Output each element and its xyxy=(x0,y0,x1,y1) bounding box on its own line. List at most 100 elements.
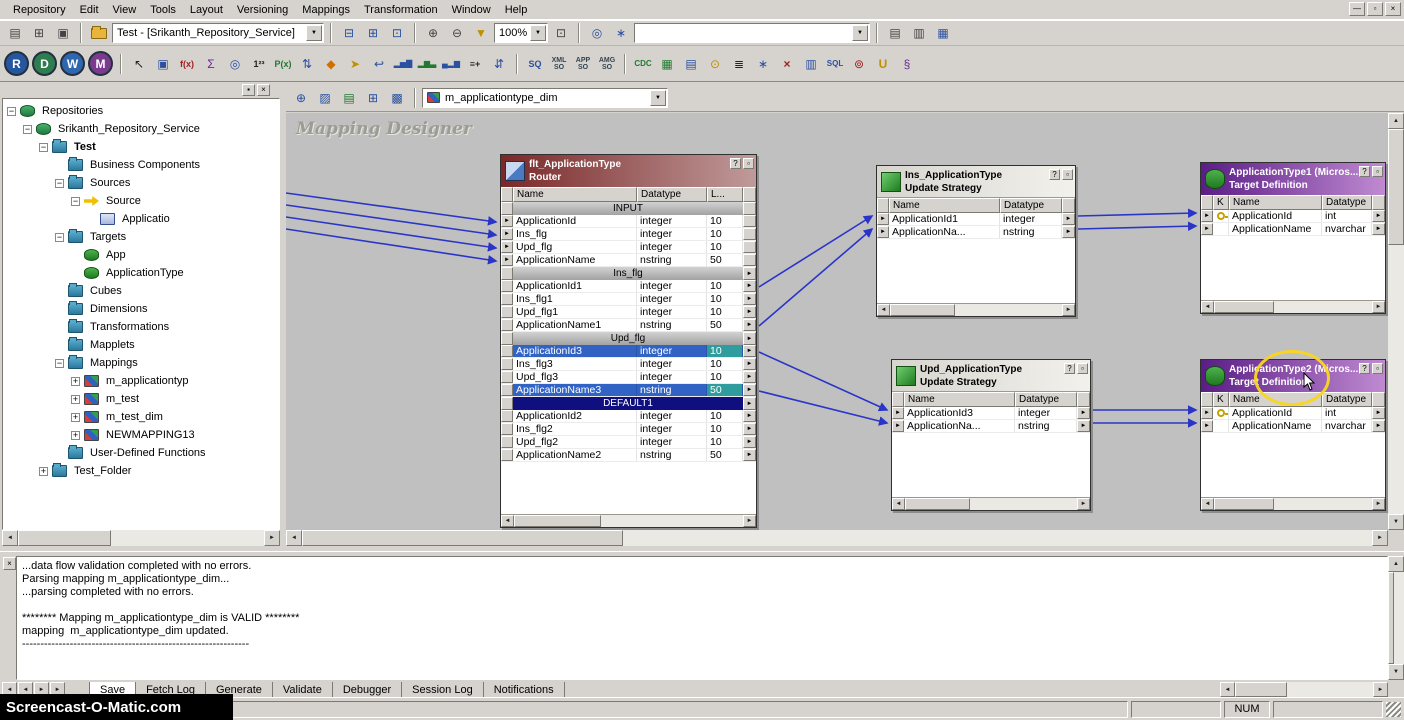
tab-validate[interactable]: Validate xyxy=(271,682,333,698)
target1-title-bar[interactable]: ApplicationType1 (Micros... Target Defin… xyxy=(1201,163,1385,195)
port-row[interactable]: Upd_flg2 integer 10 ► xyxy=(501,436,756,449)
tab-session-log[interactable]: Session Log xyxy=(401,682,484,698)
close-panel-button[interactable]: × xyxy=(257,84,270,96)
collapse-button[interactable]: ▫ xyxy=(1077,363,1088,374)
workflow-manager-icon[interactable]: W xyxy=(60,51,85,76)
scroll-left-icon[interactable]: ◄ xyxy=(1220,682,1235,697)
canvas-horizontal-scrollbar[interactable]: ◄ ► xyxy=(286,530,1388,546)
zoom-combobox[interactable]: 100% ▼ xyxy=(494,23,548,43)
id-card-icon[interactable]: ▥ xyxy=(800,52,822,75)
pin-panel-button[interactable]: ▪ xyxy=(242,84,255,96)
chevron-down-icon[interactable]: ▼ xyxy=(306,25,322,41)
expander-minus-icon[interactable]: − xyxy=(55,358,64,368)
expander-minus-icon[interactable]: − xyxy=(23,124,32,134)
workspace-window-icon-1[interactable]: ⊟ xyxy=(338,22,360,44)
workspace-window-icon-2[interactable]: ⊞ xyxy=(362,22,384,44)
router-transformation[interactable]: flt_ApplicationType Router ? ▫ Name Dataty… xyxy=(500,154,757,528)
help-button[interactable]: ? xyxy=(1049,169,1060,180)
app-source-icon[interactable]: APP SO xyxy=(572,52,594,75)
scroll-left-icon[interactable]: ◄ xyxy=(892,498,905,510)
tree-item-transformations[interactable]: Transformations xyxy=(3,318,279,336)
collapse-button[interactable]: ▫ xyxy=(1372,166,1383,177)
menu-mappings[interactable]: Mappings xyxy=(295,1,357,19)
output-vertical-scrollbar[interactable]: ▲ ▼ xyxy=(1388,556,1404,680)
iconize-icon[interactable]: ▤ xyxy=(338,86,360,109)
sort-ports-icon[interactable]: ⇵ xyxy=(488,52,510,75)
port-row[interactable]: ApplicationName2 nstring 50 ► xyxy=(501,449,756,462)
tree-item-sources[interactable]: − Sources xyxy=(3,174,279,192)
menu-window[interactable]: Window xyxy=(445,1,498,19)
union-icon[interactable]: U xyxy=(872,52,894,75)
expander-plus-icon[interactable]: + xyxy=(71,412,80,422)
port-row[interactable]: ► ApplicationId integer 10 xyxy=(501,215,756,228)
lookup-icon[interactable]: ◎ xyxy=(224,52,246,75)
amg-source-icon[interactable]: AMG SO xyxy=(596,52,618,75)
scrollbar-thumb[interactable] xyxy=(1214,301,1275,313)
collapse-button[interactable]: ▫ xyxy=(1062,169,1073,180)
port-row[interactable]: Upd_flg3 integer 10 ► xyxy=(501,371,756,384)
zoom-tool-icon[interactable]: ⊕ xyxy=(290,86,312,109)
xml-source-icon[interactable]: XML SO xyxy=(548,52,570,75)
scroll-left-icon[interactable]: ◄ xyxy=(1201,301,1214,313)
tree-item-repositories[interactable]: − Repositories xyxy=(3,102,279,120)
tree-horizontal-scrollbar[interactable]: ◄ ► xyxy=(2,530,280,546)
tree-item-m-applicationtype[interactable]: + m_applicationtyp xyxy=(3,372,279,390)
tree-item-newmapping13[interactable]: + NEWMAPPING13 xyxy=(3,426,279,444)
router-group-upd-flg[interactable]: Upd_flg ► xyxy=(501,332,756,345)
port-row[interactable]: ApplicationId1 integer 10 ► xyxy=(501,280,756,293)
close-button[interactable]: × xyxy=(1385,2,1401,16)
chevron-down-icon[interactable]: ▼ xyxy=(852,25,868,41)
port-row[interactable]: ► ApplicationName nvarchar ► xyxy=(1201,223,1385,236)
cascade-windows-icon[interactable]: ▤ xyxy=(884,22,906,44)
upd-update-strategy-transformation[interactable]: Upd_ApplicationType Update Strategy ? ▫ N… xyxy=(891,359,1091,511)
port-row-selected[interactable]: ApplicationName3 nstring 50 ► xyxy=(501,384,756,397)
expander-minus-icon[interactable]: − xyxy=(71,196,80,206)
workflow-monitor-icon[interactable]: M xyxy=(88,51,113,76)
box-horizontal-scrollbar[interactable]: ◄ ► xyxy=(892,497,1090,510)
collapse-button[interactable]: ▫ xyxy=(1372,363,1383,374)
router-title-bar[interactable]: flt_ApplicationType Router ? ▫ xyxy=(501,155,756,187)
scroll-down-icon[interactable]: ▼ xyxy=(1388,514,1404,530)
menu-edit[interactable]: Edit xyxy=(73,1,106,19)
tree-item-app[interactable]: App xyxy=(3,246,279,264)
normalizer-icon[interactable]: ↩ xyxy=(368,52,390,75)
tree-item-applicationtype[interactable]: ApplicationType xyxy=(3,264,279,282)
port-row[interactable]: ApplicationId2 integer 10 ► xyxy=(501,410,756,423)
stored-procedure-icon[interactable]: P(x) xyxy=(272,52,294,75)
tree-item-application-source[interactable]: Applicatio xyxy=(3,210,279,228)
menu-repository[interactable]: Repository xyxy=(6,1,73,19)
update-strategy-tool-icon[interactable]: ➤ xyxy=(344,52,366,75)
scrollbar-thumb[interactable] xyxy=(1235,682,1288,697)
scroll-right-icon[interactable]: ► xyxy=(1372,530,1388,546)
options-icon[interactable]: ∗ xyxy=(610,22,632,44)
tree-item-repository-service[interactable]: − Srikanth_Repository_Service xyxy=(3,120,279,138)
repository-manager-icon[interactable]: R xyxy=(4,51,29,76)
scroll-up-icon[interactable]: ▲ xyxy=(1388,113,1404,129)
tree-item-targets[interactable]: − Targets xyxy=(3,228,279,246)
port-row[interactable]: ► ApplicationName nstring 50 xyxy=(501,254,756,267)
tree-item-user-defined-functions[interactable]: User-Defined Functions xyxy=(3,444,279,462)
port-row[interactable]: Upd_flg1 integer 10 ► xyxy=(501,306,756,319)
tree-item-test[interactable]: − Test xyxy=(3,138,279,156)
target1-definition[interactable]: ApplicationType1 (Micros... Target Defin… xyxy=(1200,162,1386,314)
tree-item-dimensions[interactable]: Dimensions xyxy=(3,300,279,318)
add-port-icon[interactable]: ≡+ xyxy=(464,52,486,75)
rank-icon[interactable]: ⇅ xyxy=(296,52,318,75)
box-horizontal-scrollbar[interactable]: ◄ ► xyxy=(1201,497,1385,510)
scroll-left-icon[interactable]: ◄ xyxy=(1201,498,1214,510)
chart-icon-2[interactable]: ▂▆▃ xyxy=(416,52,438,75)
port-row-selected[interactable]: ApplicationId3 integer 10 ► xyxy=(501,345,756,358)
sequence-generator-icon[interactable]: 1²³ xyxy=(248,52,270,75)
canvas-vertical-scrollbar[interactable]: ▲ ▼ xyxy=(1388,113,1404,530)
scrollbar-thumb[interactable] xyxy=(890,304,956,316)
aggregator-icon[interactable]: Σ xyxy=(200,52,222,75)
resize-grip[interactable] xyxy=(1386,701,1401,717)
delete-icon[interactable]: × xyxy=(776,52,798,75)
misc-tool-icon[interactable]: § xyxy=(896,52,918,75)
help-button[interactable]: ? xyxy=(1064,363,1075,374)
expander-minus-icon[interactable]: − xyxy=(7,106,16,116)
scroll-right-icon[interactable]: ► xyxy=(1372,301,1385,313)
scroll-left-icon[interactable]: ◄ xyxy=(501,515,514,527)
help-button[interactable]: ? xyxy=(1359,166,1370,177)
grid-tool-icon[interactable]: ▦ xyxy=(656,52,678,75)
